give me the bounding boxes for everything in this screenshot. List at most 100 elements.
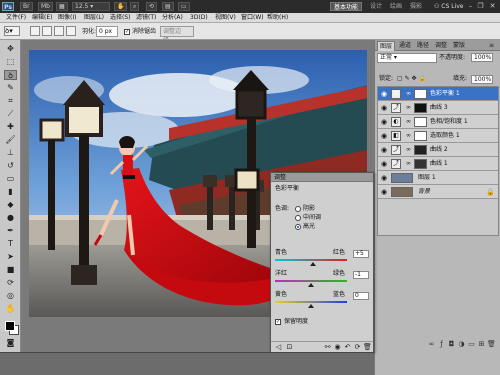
move-icon[interactable]: ✥ [4,44,17,54]
menu-edit[interactable]: 编辑(E) [32,13,52,23]
eraser-icon[interactable]: ▭ [4,174,17,184]
back-icon[interactable]: ◁ [274,343,283,352]
lasso-icon[interactable]: ꝺ [4,70,17,80]
radio-shadows[interactable] [295,206,301,212]
dodge-icon[interactable]: ● [4,213,17,223]
workspace-essentials[interactable]: 基本功能 [330,2,363,11]
new-selection-icon[interactable] [30,26,40,36]
clone-stamp-icon[interactable]: ⊥ [4,148,17,158]
layer-mask-thumb[interactable] [414,145,427,155]
eyedropper-icon[interactable]: ⟋ [4,109,17,119]
layer-mask-thumb[interactable] [414,89,427,99]
chain-icon[interactable]: ∞ [405,117,412,127]
eye-icon[interactable]: ◉ [380,104,388,112]
layer-row[interactable]: ◉ 图层 1 [378,171,498,185]
cyan-red-track[interactable] [275,259,347,261]
workspace-design[interactable]: 设计 [370,2,382,11]
tab-channels[interactable]: 通道 [397,41,413,51]
layer-mask-thumb[interactable] [414,117,427,127]
layer-mask-thumb[interactable] [414,159,427,169]
chain-icon[interactable]: ∞ [405,89,412,99]
quick-select-icon[interactable]: ✎ [4,83,17,93]
blur-icon[interactable]: ◆ [4,200,17,210]
layer-row[interactable]: ◉ ◧ ∞ 选取颜色 1 [378,129,498,143]
close-icon[interactable]: ✕ [488,1,497,11]
bridge-button[interactable]: Br [20,2,33,11]
layer-mask-thumb[interactable] [414,131,427,141]
zoom-level-select[interactable]: 12.5 ▾ [72,2,110,11]
panel-menu-icon[interactable]: ≡ [487,41,496,51]
layer-row[interactable]: ◉ ⚖ ∞ 色彩平衡 1 [378,87,498,101]
eye-icon[interactable]: ◉ [380,132,388,140]
screen-mode-button[interactable]: ▭ [178,2,190,11]
3d-camera-icon[interactable]: ◎ [4,291,17,301]
antialias-checkbox[interactable]: ✓ [124,29,130,35]
layer-row[interactable]: ◉ ⤴ ∞ 曲线 2 [378,143,498,157]
pen-icon[interactable]: ✒ [4,226,17,236]
tab-masks[interactable]: 蒙版 [451,41,467,51]
layer-row[interactable]: ◉ ◐ ∞ 色相/饱和度 1 [378,115,498,129]
quick-mask-icon[interactable]: ◙ [4,338,17,348]
magenta-green-slider-thumb[interactable] [307,283,314,287]
menu-select[interactable]: 选择(S) [110,13,131,23]
menu-layer[interactable]: 图层(L) [84,13,104,23]
eye-icon[interactable]: ◉ [380,174,388,182]
new-layer-icon[interactable]: ⊞ [477,340,486,349]
marquee-icon[interactable]: ⬚ [4,57,17,67]
adjustment-icon[interactable]: ◑ [457,340,466,349]
refine-edge-button[interactable]: 调整边缘... [160,26,194,44]
restore-icon[interactable]: ❐ [476,1,485,11]
visibility-icon[interactable]: ◉ [333,343,342,352]
menu-file[interactable]: 文件(F) [6,13,26,23]
yellow-blue-track[interactable] [275,301,347,303]
minibridge-button[interactable]: Mb [38,2,53,11]
hand-tool-button[interactable]: ✋ [114,2,128,11]
cyan-red-value[interactable]: +5 [353,250,369,258]
tab-layers[interactable]: 图层 [377,41,396,51]
menu-help[interactable]: 帮助(H) [267,13,288,23]
link-icon[interactable]: ∞ [427,340,436,349]
crop-icon[interactable]: ⌗ [4,96,17,106]
opacity-input[interactable]: 100% [471,53,493,62]
arrange-docs-button[interactable]: ▤ [162,2,174,11]
foreground-color-swatch[interactable] [5,321,15,331]
layer-row[interactable]: ◉ 背景 🔒 [378,185,498,199]
menu-window[interactable]: 窗口(W) [241,13,264,23]
magenta-green-track[interactable] [275,280,347,282]
radio-highlights[interactable] [295,224,301,230]
eye-icon[interactable]: ◉ [380,188,388,196]
blend-mode-select[interactable]: 正常 ▾ [377,53,437,63]
yellow-blue-value[interactable]: 0 [353,292,369,300]
menu-view[interactable]: 视图(V) [215,13,236,23]
path-select-icon[interactable]: ➤ [4,252,17,262]
eye-icon[interactable]: ◉ [380,160,388,168]
minimize-icon[interactable]: – [466,1,475,11]
eye-icon[interactable]: ◉ [380,90,388,98]
brush-icon[interactable]: 🖌 [4,135,17,145]
3d-rotate-icon[interactable]: ⟳ [4,278,17,288]
fx-icon[interactable]: ƒ [437,340,446,349]
mask-icon[interactable]: ◘ [447,340,456,349]
type-icon[interactable]: T [4,239,17,249]
menu-3d[interactable]: 3D(D) [190,13,208,23]
history-brush-icon[interactable]: ↺ [4,161,17,171]
shape-icon[interactable]: ■ [4,265,17,275]
zoom-tool-button[interactable]: ⌕ [130,2,140,11]
rotate-view-button[interactable]: ⟲ [146,2,158,11]
lock-icons[interactable]: ▢ ✎ ✥ 🔒 [397,74,426,84]
layer-mask-thumb[interactable] [414,103,427,113]
workspace-painting[interactable]: 绘画 [390,2,402,11]
tab-paths[interactable]: 路径 [415,41,431,51]
chain-icon[interactable]: ∞ [405,145,412,155]
cyan-red-slider-thumb[interactable] [309,262,316,266]
menu-filter[interactable]: 滤镜(T) [136,13,156,23]
intersect-selection-icon[interactable] [66,26,76,36]
group-icon[interactable]: ▭ [467,340,476,349]
feather-input[interactable]: 0 px [96,26,118,37]
clip-icon[interactable]: ⚯ [323,343,332,352]
yellow-blue-slider-thumb[interactable] [308,304,314,308]
magenta-green-value[interactable]: -1 [353,271,369,279]
guides-button[interactable]: ▦ [56,2,68,11]
refresh-icon[interactable]: ⟳ [353,343,362,352]
tool-preset-picker[interactable]: ꝺ▾ [4,26,20,36]
